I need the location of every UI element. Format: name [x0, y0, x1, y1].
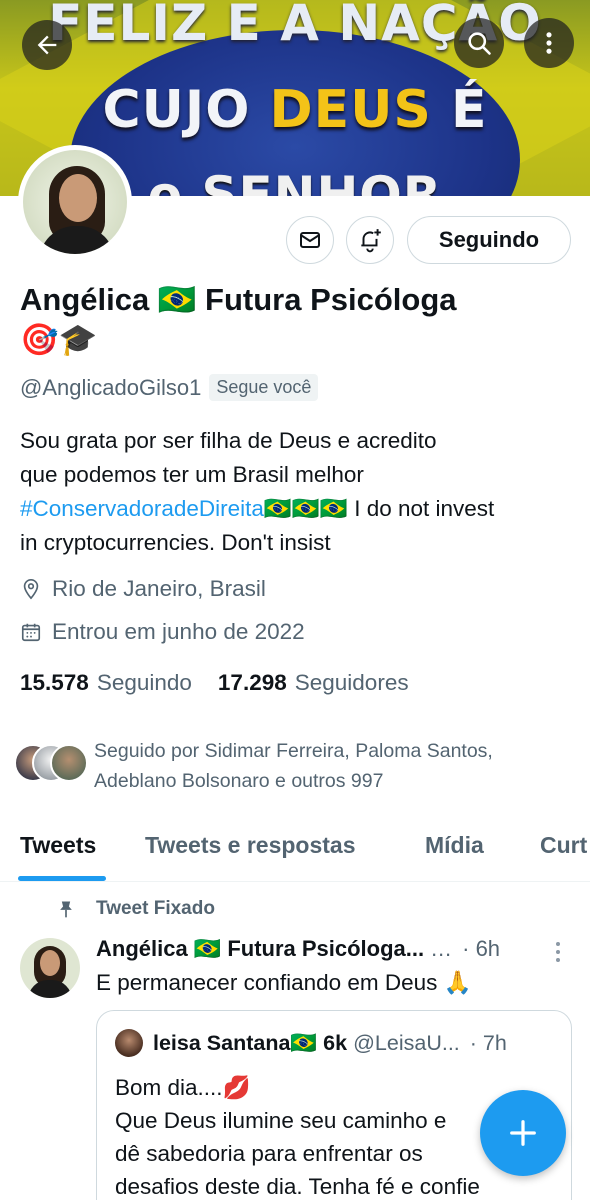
followers-label: Seguidores [294, 670, 409, 695]
more-options-button[interactable] [524, 18, 574, 68]
quoted-author-handle: @LeisaU... [353, 1030, 460, 1055]
arrow-left-icon [37, 35, 57, 55]
profile-joined: Entrou em junho de 2022 [20, 619, 305, 645]
bio-line3: #ConservadoradeDireita🇧🇷🇧🇷🇧🇷 I do not in… [20, 492, 580, 526]
followed-by-text: Seguido por Sidimar Ferreira, Paloma San… [94, 736, 574, 796]
pinned-label-text: Tweet Fixado [96, 898, 215, 919]
followed-by[interactable]: Seguido por Sidimar Ferreira, Paloma San… [14, 736, 574, 796]
following-stat[interactable]: 15.578 Seguindo [20, 670, 192, 696]
quoted-author-name: leisa Santana🇧🇷 6k [153, 1030, 348, 1055]
active-tab-indicator [18, 876, 106, 881]
profile-avatar[interactable] [18, 145, 132, 259]
pinned-label: Tweet Fixado [56, 898, 215, 920]
back-button[interactable] [22, 20, 72, 70]
search-button[interactable] [454, 18, 504, 68]
tweet-header: Angélica 🇧🇷 Futura Psicóloga... … · 6h [96, 936, 536, 962]
calendar-icon [21, 623, 41, 642]
notifications-button[interactable] [346, 216, 394, 264]
tweet-author-name[interactable]: Angélica 🇧🇷 Futura Psicóloga... [96, 936, 424, 962]
following-label: Seguindo [96, 670, 192, 695]
banner-word-deus: DEUS [269, 80, 432, 140]
profile-handle: @AnglicadoGilso1 [20, 374, 202, 400]
search-icon [468, 32, 491, 55]
tweet-text: E permanecer confiando em Deus 🙏 [96, 970, 472, 995]
tweet-ellipsis: … [430, 936, 453, 961]
handle-row: @AnglicadoGilso1 Segue você [20, 374, 319, 401]
bio-line4: in cryptocurrencies. Don't insist [20, 530, 331, 555]
quoted-author-avatar [115, 1029, 143, 1057]
follows-you-badge: Segue você [209, 374, 319, 401]
banner-text-line2: CUJO DEUS É [0, 80, 590, 140]
bio-line2: que podemos ter um Brasil melhor [20, 462, 364, 487]
profile-name-line2: 🎯🎓 [20, 322, 98, 357]
bio-line1: Sou grata por ser filha de Deus e acredi… [20, 428, 437, 453]
bell-plus-icon [361, 229, 381, 253]
followers-stat[interactable]: 17.298 Seguidores [218, 670, 409, 696]
plus-icon [510, 1120, 536, 1146]
avatar-face [59, 174, 97, 222]
tweet-time[interactable]: · 6h [462, 936, 500, 962]
quoted-tweet-header: leisa Santana🇧🇷 6k @LeisaU... · 7h [115, 1029, 555, 1057]
message-button[interactable] [286, 216, 334, 264]
hashtag-link[interactable]: #ConservadoradeDireita [20, 496, 264, 521]
bio-line3-rest: I do not invest [347, 496, 495, 521]
tweet-avatar-face [40, 950, 60, 976]
profile-bio: Sou grata por ser filha de Deus e acredi… [20, 424, 580, 560]
followers-count: 17.298 [217, 670, 287, 695]
location-pin-icon [23, 579, 39, 600]
envelope-icon [300, 232, 320, 248]
tab-tweets[interactable]: Tweets [20, 832, 96, 859]
followed-by-line1: Seguido por Sidimar Ferreira, Paloma San… [94, 740, 493, 762]
more-vertical-icon [556, 942, 560, 962]
following-count: 15.578 [20, 670, 89, 695]
compose-tweet-button[interactable] [480, 1090, 566, 1176]
location-text: Rio de Janeiro, Brasil [52, 576, 266, 601]
profile-name: Angélica 🇧🇷 Futura Psicóloga 🎯🎓 [20, 280, 580, 360]
pin-icon [60, 901, 72, 918]
bio-flags: 🇧🇷🇧🇷🇧🇷 [263, 496, 348, 521]
quoted-tweet-time: · 7h [469, 1030, 507, 1055]
more-vertical-icon [546, 32, 552, 54]
mutual-avatar-3 [50, 744, 88, 782]
joined-text: Entrou em junho de 2022 [52, 619, 305, 644]
tab-media[interactable]: Mídia [425, 832, 484, 859]
tweet-more-button[interactable] [552, 940, 564, 969]
profile-tabs: Tweets Tweets e respostas Mídia Curt [0, 820, 590, 882]
profile-stats: 15.578 Seguindo 17.298 Seguidores [20, 670, 409, 696]
profile-location: Rio de Janeiro, Brasil [20, 576, 266, 602]
profile-name-line1: Angélica 🇧🇷 Futura Psicóloga [20, 282, 457, 317]
following-button[interactable]: Seguindo [407, 216, 571, 264]
tab-likes[interactable]: Curt [540, 832, 587, 859]
banner-word-e: É [451, 80, 488, 140]
followed-by-line2: Adeblano Bolsonaro e outros 997 [94, 770, 384, 792]
tab-tweets-replies[interactable]: Tweets e respostas [145, 832, 356, 859]
banner-word-cujo: CUJO [102, 80, 251, 140]
tweet-author-avatar[interactable] [20, 938, 80, 998]
